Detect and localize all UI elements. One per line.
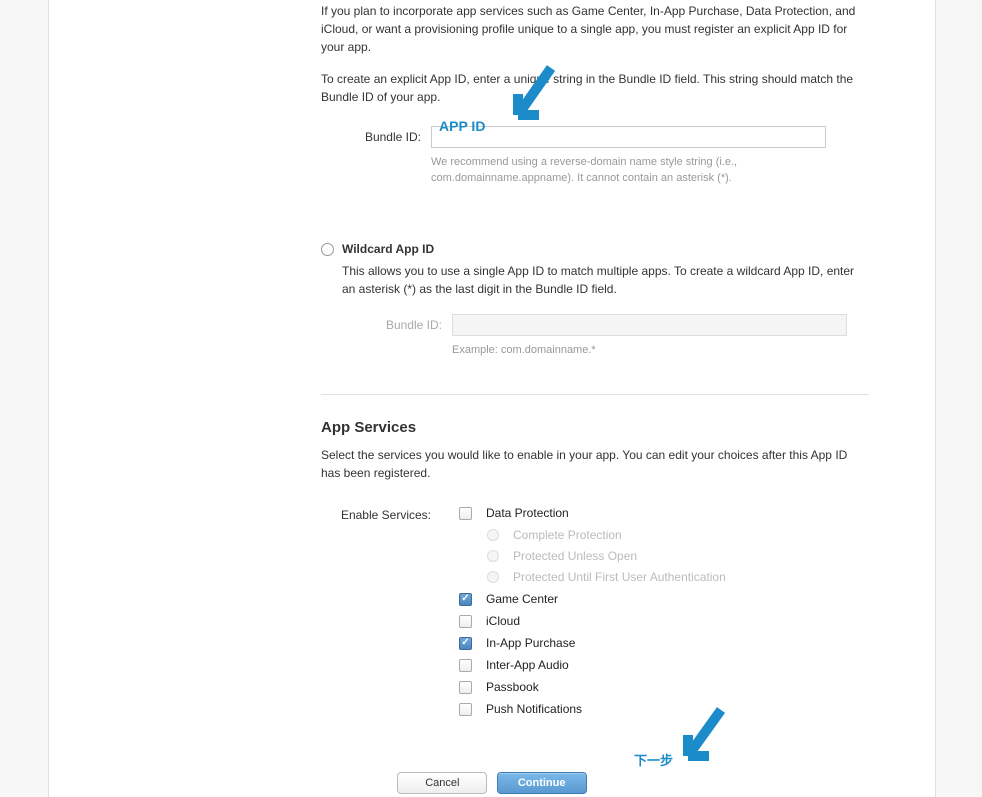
- sub-option-radio: [487, 529, 499, 541]
- wildcard-title: Wildcard App ID: [342, 242, 869, 256]
- service-sub-option: Complete Protection: [487, 528, 869, 542]
- service-item[interactable]: Game Center: [459, 592, 869, 606]
- sub-option-label: Complete Protection: [513, 528, 622, 542]
- app-services-section: App Services Select the services you wou…: [321, 419, 869, 724]
- service-name-label: In-App Purchase: [486, 636, 575, 650]
- explicit-description-1: If you plan to incorporate app services …: [321, 2, 869, 56]
- explicit-bundle-id-row: Bundle ID:: [321, 126, 869, 148]
- service-item[interactable]: iCloud: [459, 614, 869, 628]
- service-name-label: Inter-App Audio: [486, 658, 569, 672]
- sub-option-radio: [487, 571, 499, 583]
- service-checkbox[interactable]: [459, 637, 472, 650]
- wildcard-bundle-id-row: Bundle ID:: [342, 314, 869, 336]
- wildcard-bundle-id-hint: Example: com.domainname.*: [452, 342, 847, 358]
- app-services-description: Select the services you would like to en…: [321, 446, 869, 482]
- bundle-id-label: Bundle ID:: [321, 130, 421, 144]
- sub-option-radio: [487, 550, 499, 562]
- cancel-button[interactable]: Cancel: [397, 772, 487, 794]
- service-checkbox[interactable]: [459, 615, 472, 628]
- explicit-description-2: To create an explicit App ID, enter a un…: [321, 70, 869, 106]
- enable-services-label: Enable Services:: [321, 506, 431, 522]
- service-name-label: Passbook: [486, 680, 539, 694]
- service-item[interactable]: Inter-App Audio: [459, 658, 869, 672]
- wildcard-description: This allows you to use a single App ID t…: [342, 262, 869, 298]
- sub-option-label: Protected Until First User Authenticatio…: [513, 570, 726, 584]
- service-item[interactable]: Passbook: [459, 680, 869, 694]
- sub-option-label: Protected Unless Open: [513, 549, 637, 563]
- service-name-label: Game Center: [486, 592, 558, 606]
- service-name-label: iCloud: [486, 614, 520, 628]
- service-item[interactable]: Data Protection: [459, 506, 869, 520]
- wildcard-content: Wildcard App ID This allows you to use a…: [342, 242, 869, 358]
- enable-services-row: Enable Services: Data Protection Complete…: [321, 506, 869, 724]
- service-checkbox[interactable]: [459, 703, 472, 716]
- app-id-form-panel: If you plan to incorporate app services …: [48, 0, 936, 797]
- wildcard-app-id-option[interactable]: Wildcard App ID This allows you to use a…: [321, 242, 869, 358]
- service-list: Data Protection Complete Protection Protec…: [459, 506, 869, 724]
- annotation-next-step-label: 下一步: [634, 750, 673, 769]
- wildcard-bundle-id-input: [452, 314, 847, 336]
- wildcard-bundle-id-label: Bundle ID:: [342, 318, 442, 332]
- service-sub-option: Protected Until First User Authenticatio…: [487, 570, 869, 584]
- service-checkbox[interactable]: [459, 593, 472, 606]
- explicit-bundle-id-hint: We recommend using a reverse-domain name…: [431, 154, 826, 186]
- content-area: If you plan to incorporate app services …: [321, 0, 881, 724]
- explicit-bundle-id-input[interactable]: [431, 126, 826, 148]
- service-name-label: Data Protection: [486, 506, 569, 520]
- service-checkbox[interactable]: [459, 507, 472, 520]
- section-divider: [321, 394, 869, 395]
- wildcard-radio[interactable]: [321, 243, 334, 256]
- service-item[interactable]: In-App Purchase: [459, 636, 869, 650]
- service-name-label: Push Notifications: [486, 702, 582, 716]
- service-sub-options: Complete Protection Protected Unless Open…: [487, 528, 869, 584]
- app-services-title: App Services: [321, 419, 869, 436]
- service-checkbox[interactable]: [459, 681, 472, 694]
- service-checkbox[interactable]: [459, 659, 472, 672]
- continue-button[interactable]: Continue: [497, 772, 587, 794]
- button-row: Cancel Continue: [49, 772, 935, 794]
- service-sub-option: Protected Unless Open: [487, 549, 869, 563]
- service-item[interactable]: Push Notifications: [459, 702, 869, 716]
- explicit-app-id-section: If you plan to incorporate app services …: [321, 0, 869, 186]
